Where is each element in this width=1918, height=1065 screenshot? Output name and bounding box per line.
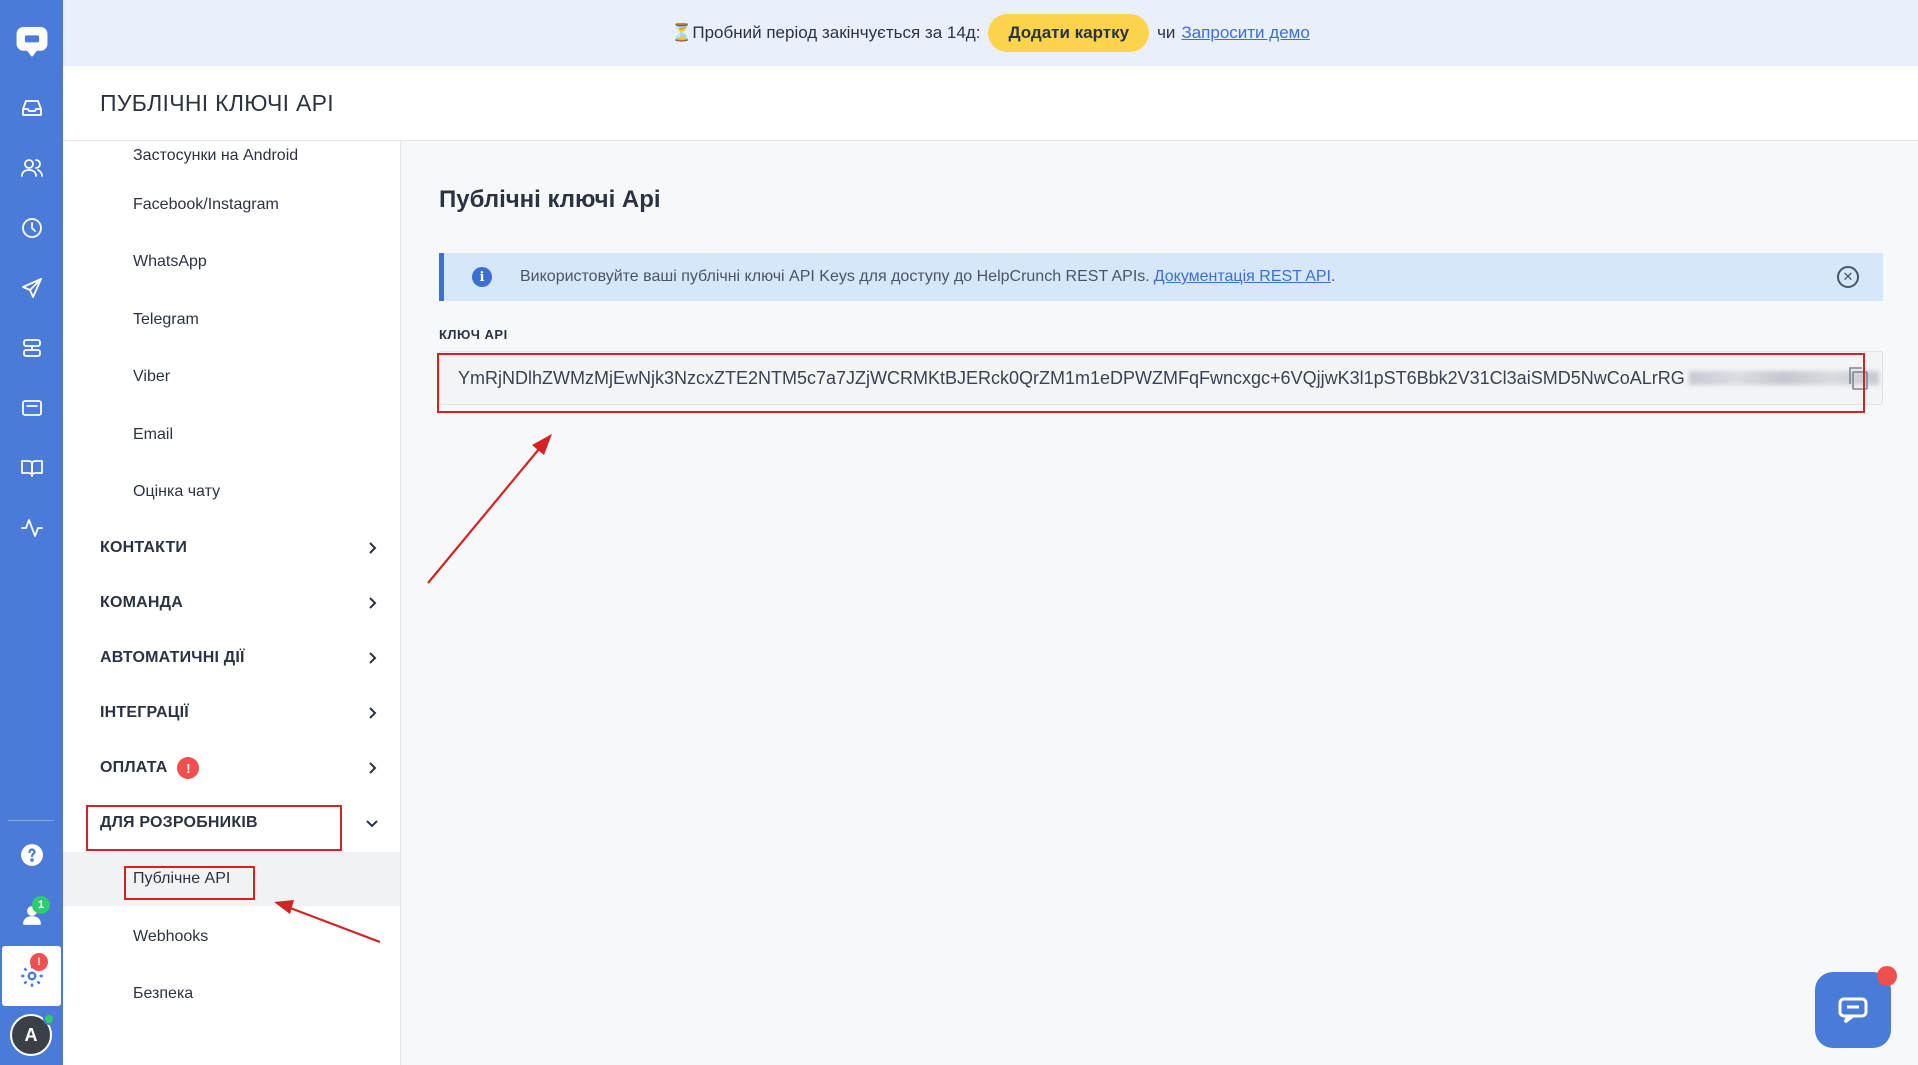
chevron-right-icon (363, 704, 381, 722)
automation-icon[interactable] (0, 325, 63, 371)
sidebar-item-label: Email (133, 426, 174, 443)
api-key-value: YmRjNDlhZWMzMjEwNjk3NzcxZTE2NTM5c7a7JZjW… (458, 367, 1685, 388)
sidebar-section-developers[interactable]: ДЛЯ РОЗРОБНИКІВ (63, 796, 400, 850)
widget-icon[interactable] (0, 385, 63, 431)
chevron-right-icon (363, 649, 381, 667)
trial-banner: ⏳Пробний період закінчується за 14д: Дод… (63, 0, 1918, 66)
chevron-right-icon (363, 594, 381, 612)
rail-divider (8, 820, 54, 821)
chevron-down-icon (363, 814, 381, 832)
history-icon[interactable] (0, 205, 63, 251)
sidebar-item-label: Viber (133, 368, 171, 385)
sidebar-item-viber[interactable]: Viber (63, 350, 400, 404)
sidebar-section-billing[interactable]: ОПЛАТА ! (63, 741, 400, 795)
content-title: Публічні ключі Api (439, 186, 661, 213)
settings-badge: ! (30, 953, 48, 971)
section-label: АВТОМАТИЧНІ ДІЇ (100, 649, 245, 666)
sidebar-item-security[interactable]: Безпека (63, 967, 400, 1021)
info-banner: i Використовуйте ваші публічні ключі API… (439, 253, 1883, 301)
settings-sidebar: Застосунки на Android Facebook/Instagram… (63, 141, 401, 1065)
sidebar-item-public-api[interactable]: Публічне API (63, 852, 400, 906)
sidebar-item-label: Оцінка чату (133, 483, 221, 500)
sidebar-item-label: Webhooks (133, 928, 209, 945)
section-label: КОНТАКТИ (100, 539, 188, 556)
copy-icon[interactable] (1846, 365, 1870, 391)
sidebar-section-automations[interactable]: АВТОМАТИЧНІ ДІЇ (63, 631, 400, 685)
sidebar-item-label: Telegram (133, 311, 199, 328)
request-demo-link[interactable]: Запросити демо (1181, 23, 1309, 43)
analytics-icon[interactable] (0, 505, 63, 551)
sidebar-section-team[interactable]: КОМАНДА (63, 576, 400, 630)
or-text: чи (1157, 23, 1176, 42)
info-icon: i (472, 267, 492, 287)
add-card-button[interactable]: Додати картку (988, 14, 1150, 52)
logo-chat-icon[interactable] (0, 18, 63, 64)
api-key-field[interactable]: YmRjNDlhZWMzMjEwNjk3NzcxZTE2NTM5c7a7JZjW… (439, 351, 1883, 405)
sidebar-item-label: Публічне API (133, 870, 231, 887)
sidebar-item-facebook-instagram[interactable]: Facebook/Instagram (63, 178, 400, 232)
help-icon[interactable] (0, 832, 63, 878)
section-label: ІНТЕГРАЦІЇ (100, 704, 189, 721)
page-title: ПУБЛІЧНІ КЛЮЧІ API (63, 66, 1918, 141)
team-icon[interactable] (0, 892, 63, 938)
contacts-icon[interactable] (0, 145, 63, 191)
section-label: КОМАНДА (100, 594, 184, 611)
sidebar-section-integrations[interactable]: ІНТЕГРАЦІЇ (63, 686, 400, 740)
inbox-icon[interactable] (0, 85, 63, 131)
sidebar-item-label: Facebook/Instagram (133, 196, 279, 213)
sidebar-item-label: WhatsApp (133, 253, 207, 270)
info-banner-text: Використовуйте ваші публічні ключі API K… (520, 268, 1150, 285)
rest-api-docs-link[interactable]: Документація REST API (1154, 268, 1331, 286)
knowledge-base-icon[interactable] (0, 445, 63, 491)
main-content: Публічні ключі Api i Використовуйте ваші… (401, 141, 1918, 1065)
sidebar-item-email[interactable]: Email (63, 408, 400, 462)
sidebar-item-android[interactable]: Застосунки на Android (63, 141, 400, 183)
sidebar-item-telegram[interactable]: Telegram (63, 293, 400, 347)
sidebar-item-webhooks[interactable]: Webhooks (63, 910, 400, 964)
banner-link-suffix: . (1331, 268, 1336, 285)
chat-icon (1838, 997, 1868, 1024)
chat-notification-dot (1877, 966, 1897, 986)
api-key-label: КЛЮЧ API (439, 327, 508, 342)
chevron-right-icon (363, 759, 381, 777)
trial-text: ⏳Пробний період закінчується за 14д: (671, 23, 981, 42)
sidebar-item-whatsapp[interactable]: WhatsApp (63, 235, 400, 289)
online-status-dot (43, 1013, 55, 1025)
sidebar-section-contacts[interactable]: КОНТАКТИ (63, 521, 400, 575)
close-icon[interactable]: ✕ (1837, 266, 1859, 288)
section-label: ДЛЯ РОЗРОБНИКІВ (100, 814, 258, 831)
send-icon[interactable] (0, 265, 63, 311)
sidebar-item-label: Застосунки на Android (133, 147, 299, 164)
sidebar-item-label: Безпека (133, 985, 194, 1002)
team-badge: 1 (32, 896, 50, 914)
section-label: ОПЛАТА (100, 759, 168, 776)
chevron-right-icon (363, 539, 381, 557)
icon-rail: 1 ! A (0, 0, 63, 1065)
sidebar-item-chat-rating[interactable]: Оцінка чату (63, 465, 400, 519)
billing-warning-badge: ! (177, 757, 200, 779)
